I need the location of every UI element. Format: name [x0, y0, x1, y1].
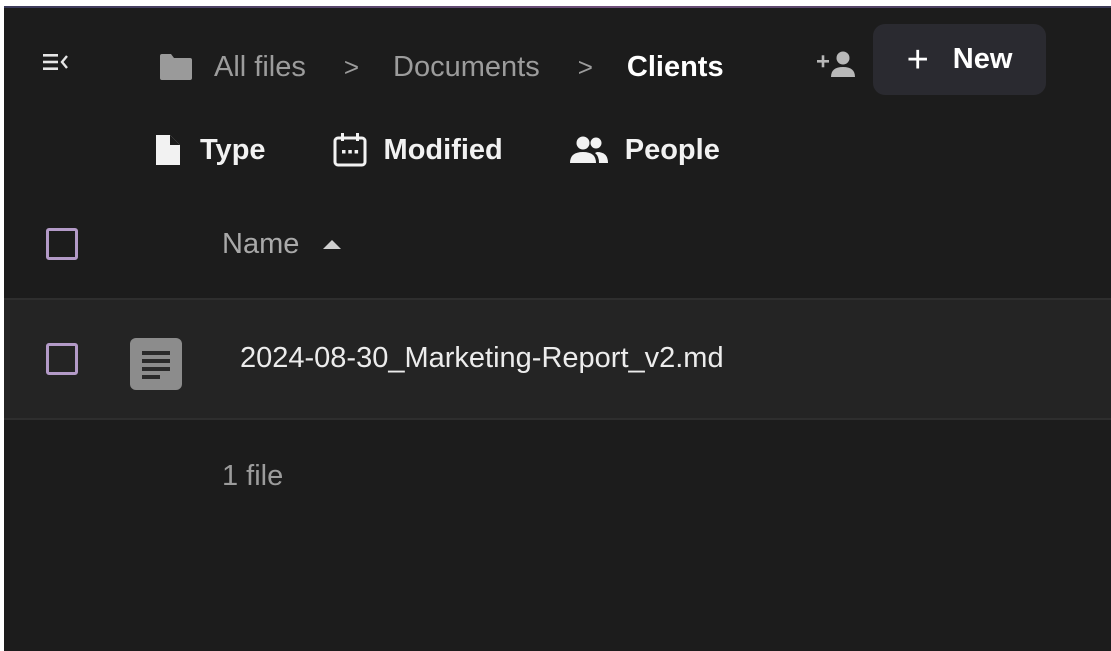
filter-people-label: People	[624, 133, 720, 166]
breadcrumb-separator: >	[343, 51, 360, 82]
filter-people[interactable]: People	[569, 134, 720, 167]
breadcrumb-all-files[interactable]: All files	[214, 51, 306, 84]
select-all-checkbox[interactable]	[46, 228, 78, 260]
plus-icon: +	[906, 38, 929, 81]
filter-bar: Type Modified People	[150, 128, 720, 172]
filter-modified[interactable]: Modified	[332, 132, 503, 168]
sort-ascending-icon	[323, 239, 342, 249]
calendar-icon	[332, 132, 368, 168]
share-button[interactable]	[812, 46, 862, 82]
filter-type-label: Type	[200, 133, 266, 166]
folder-icon	[158, 52, 194, 82]
document-icon	[130, 338, 182, 390]
breadcrumb-separator: >	[577, 51, 593, 82]
row-checkbox[interactable]	[46, 343, 78, 375]
sidebar-toggle-button[interactable]	[40, 50, 72, 74]
column-header-name-label: Name	[222, 227, 300, 260]
window-top-accent	[4, 6, 1111, 8]
people-icon	[569, 135, 609, 165]
file-browser-window: All files > Documents > Clients + New Ty…	[4, 6, 1111, 651]
file-icon	[150, 133, 184, 167]
new-button[interactable]: + New	[873, 24, 1046, 95]
file-count: 1 file	[222, 460, 284, 492]
collapse-menu-icon	[43, 54, 68, 70]
filter-modified-label: Modified	[383, 133, 503, 166]
breadcrumb-clients: Clients	[626, 50, 724, 83]
column-header-name[interactable]: Name	[222, 224, 342, 264]
breadcrumb-documents[interactable]: Documents	[393, 51, 540, 84]
breadcrumb: All files > Documents > Clients	[158, 39, 724, 95]
new-button-label: New	[952, 43, 1013, 75]
add-person-icon	[817, 51, 855, 77]
file-name[interactable]: 2024-08-30_Marketing-Report_v2.md	[240, 342, 724, 375]
filter-type[interactable]: Type	[150, 133, 266, 167]
